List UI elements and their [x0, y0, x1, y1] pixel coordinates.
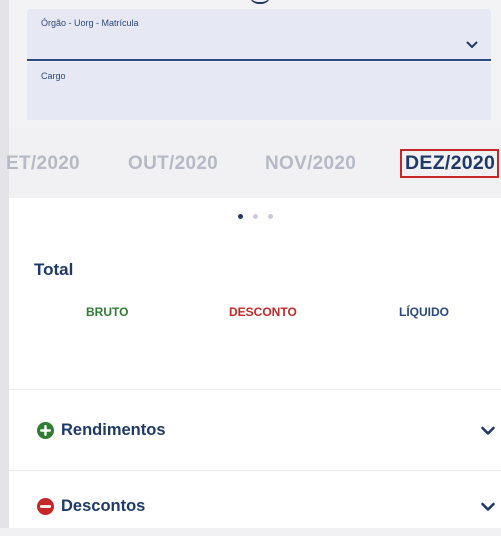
- cargo-field-label: Cargo: [41, 71, 66, 81]
- orgao-uorg-matricula-select[interactable]: Órgão - Uorg - Matrícula: [27, 9, 491, 61]
- bruto-label: BRUTO: [86, 305, 129, 319]
- filter-panel: Órgão - Uorg - Matrícula Cargo: [9, 0, 501, 128]
- divider: [9, 389, 501, 390]
- rendimentos-label: Rendimentos: [61, 421, 166, 439]
- orgao-field-label: Órgão - Uorg - Matrícula: [41, 18, 139, 28]
- month-selector: ET/2020 OUT/2020 NOV/2020 DEZ/2020: [6, 128, 501, 198]
- page-dot[interactable]: [237, 214, 243, 219]
- minus-circle-icon: [37, 498, 54, 515]
- chevron-down-icon[interactable]: [464, 37, 480, 53]
- chevron-down-icon[interactable]: [479, 422, 497, 440]
- descontos-label: Descontos: [61, 497, 146, 515]
- plus-circle-icon: [37, 422, 54, 439]
- desconto-label: DESCONTO: [229, 305, 297, 319]
- page-dot[interactable]: [252, 214, 258, 219]
- left-edge-strip: [0, 0, 9, 528]
- month-tab-set-2020[interactable]: ET/2020: [6, 153, 80, 175]
- page-dot[interactable]: [267, 214, 273, 219]
- month-tab-out-2020[interactable]: OUT/2020: [128, 153, 218, 175]
- rendimentos-section[interactable]: Rendimentos: [9, 400, 501, 460]
- descontos-section[interactable]: Descontos: [9, 476, 501, 536]
- payslip-content: Total BRUTO DESCONTO LÍQUIDO Rendimentos…: [9, 198, 501, 528]
- total-title: Total: [34, 260, 74, 279]
- cargo-field[interactable]: Cargo: [27, 62, 491, 120]
- top-handle-icon: [249, 0, 271, 4]
- chevron-down-icon[interactable]: [479, 498, 497, 516]
- month-tab-nov-2020[interactable]: NOV/2020: [265, 153, 356, 175]
- divider: [9, 470, 501, 471]
- liquido-label: LÍQUIDO: [399, 305, 449, 319]
- month-tab-dez-2020[interactable]: DEZ/2020: [400, 149, 500, 178]
- page-indicator: [9, 214, 501, 219]
